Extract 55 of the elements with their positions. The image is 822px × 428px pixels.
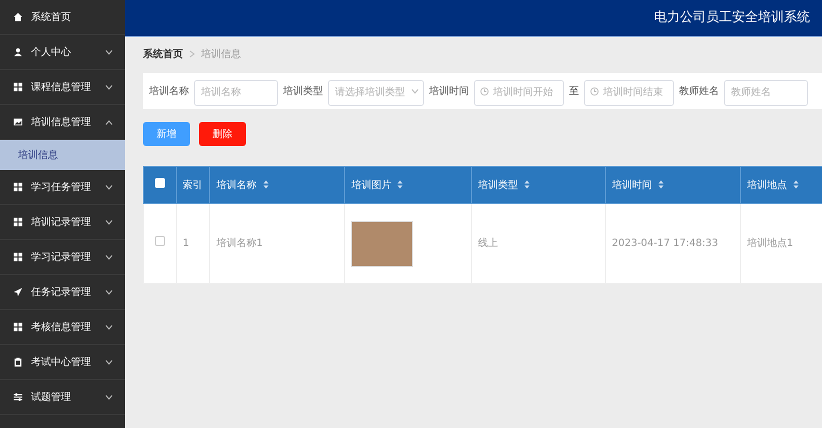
input-field[interactable]: 教师姓名 [724,80,808,106]
sort-icon[interactable] [397,180,404,190]
delete-button[interactable]: 删除 [199,122,246,146]
input-field[interactable]: 培训时间结束 [584,80,674,106]
range-separator: 至 [569,84,579,98]
grid-icon [13,82,23,92]
field-label: 培训类型 [283,84,323,98]
table-cell: 1 [176,204,210,284]
input-field[interactable]: 培训时间开始 [474,80,564,106]
user-icon [13,47,23,57]
table-cell: 2023-04-17 17:48:33 [605,204,740,284]
column-header[interactable]: 培训图片 [344,166,472,204]
sidebar-subitem[interactable]: 培训信息 [0,140,125,170]
sidebar-item[interactable]: 考试中心管理 [0,345,125,380]
clock-icon [480,87,489,96]
column-header[interactable]: 培训地点 [740,166,822,204]
system-title: 电力公司员工安全培训系统 [654,9,810,28]
field-label: 教师姓名 [679,84,719,98]
sidebar-item[interactable]: 培训记录管理 [0,205,125,240]
sliders-icon [13,392,23,402]
column-header[interactable]: 培训时间 [605,166,740,204]
sidebar-item[interactable]: 考核信息管理 [0,310,125,345]
sort-icon[interactable] [524,180,530,190]
sidebar-item[interactable]: 个人中心 [0,35,125,70]
breadcrumb-link[interactable]: 系统首页 [143,46,183,62]
sidebar-item[interactable]: 学习任务管理 [0,170,125,205]
sidebar-item[interactable]: 试题管理 [0,380,125,415]
field-label: 培训时间 [429,84,469,98]
grid-icon [13,322,23,332]
grid-icon [13,182,23,192]
grid-icon [13,252,23,262]
clipboard-icon [13,357,23,367]
clock-icon [590,87,599,96]
input-field[interactable]: 培训名称 [194,80,278,106]
picture-icon [13,117,23,127]
chevron-down-icon [411,89,419,94]
sidebar-item[interactable]: 任务记录管理 [0,275,125,310]
grid-icon [13,217,23,227]
table-cell: 线上 [472,204,606,284]
breadcrumb-separator-icon [189,50,195,58]
photo-placeholder [351,220,414,266]
input-field[interactable]: 请选择培训类型 [328,80,424,106]
table-cell: 培训名称1 [210,204,345,284]
sort-icon[interactable] [658,180,664,190]
paper-plane-icon [13,287,23,297]
sort-icon[interactable] [792,180,799,190]
checkbox[interactable] [154,236,165,246]
column-header[interactable]: 索引 [176,166,210,204]
column-header[interactable]: 培训名称 [210,166,345,204]
sidebar-item[interactable]: 学习记录管理 [0,240,125,275]
sidebar-item[interactable]: 课程信息管理 [0,70,125,105]
sort-icon[interactable] [262,180,269,190]
column-header[interactable]: 培训类型 [472,166,606,204]
home-icon [13,12,23,22]
field-label: 培训名称 [149,84,189,98]
